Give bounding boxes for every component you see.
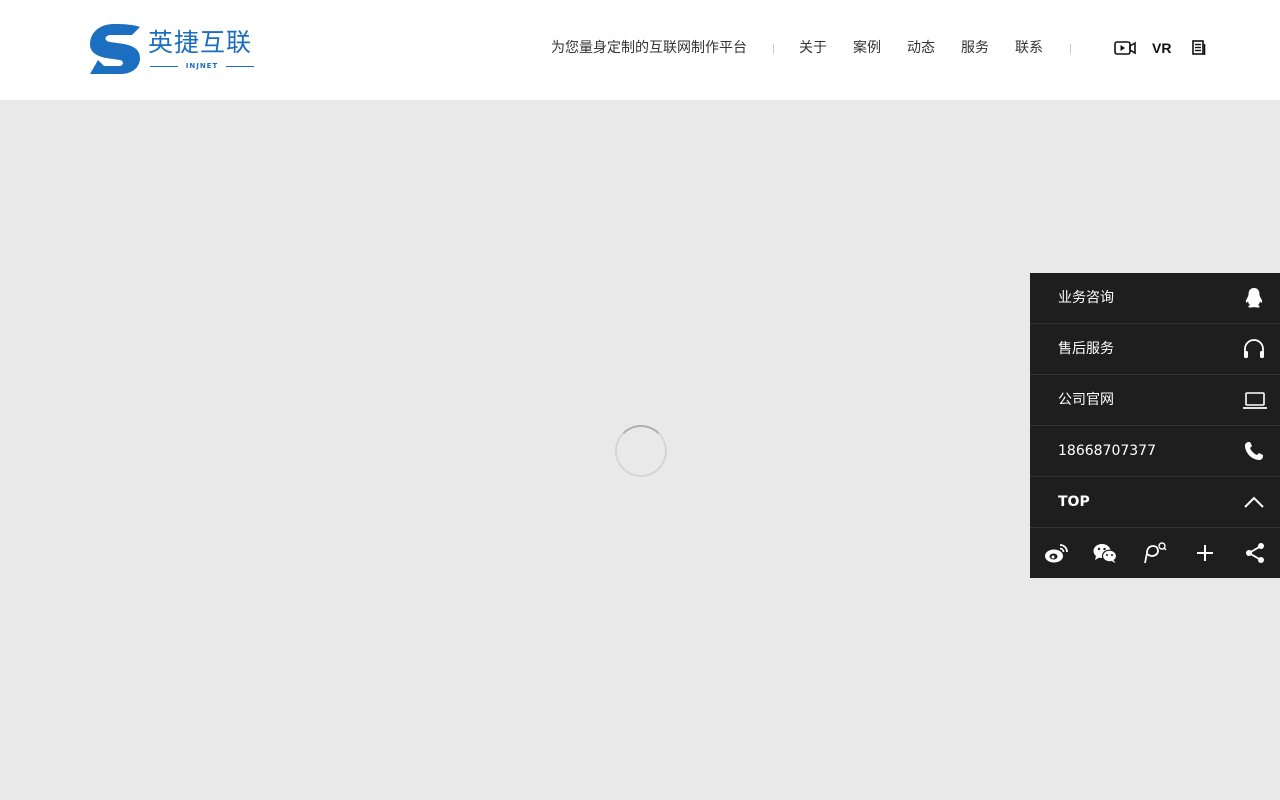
- vr-button[interactable]: VR: [1152, 38, 1171, 58]
- nav-separator: [773, 44, 774, 54]
- sidebar-item-consult[interactable]: 业务咨询: [1030, 273, 1280, 324]
- sidebar-item-label: 公司官网: [1058, 392, 1114, 408]
- header-slogan: 为您量身定制的互联网制作平台: [551, 40, 747, 56]
- sidebar-item-label: TOP: [1058, 494, 1090, 510]
- sidebar-item-top[interactable]: TOP: [1030, 477, 1280, 528]
- logo-name-en: INJNET: [185, 62, 219, 70]
- logo[interactable]: 英捷互联 INJNET: [86, 22, 258, 78]
- share-icon[interactable]: [1243, 541, 1267, 565]
- search-pin-icon[interactable]: [1142, 541, 1168, 565]
- logo-en-row: INJNET: [150, 60, 254, 72]
- logo-name-cn: 英捷互联: [148, 28, 253, 57]
- document-icon[interactable]: [1192, 40, 1206, 56]
- sidebar-item-website[interactable]: 公司官网: [1030, 375, 1280, 426]
- share-bar: [1030, 528, 1280, 578]
- plus-icon[interactable]: [1193, 541, 1217, 565]
- video-icon[interactable]: [1114, 40, 1136, 56]
- nav-item-about[interactable]: 关于: [799, 38, 827, 58]
- wechat-icon[interactable]: [1092, 541, 1118, 565]
- nav-item-contact[interactable]: 联系: [1015, 38, 1043, 58]
- sidebar-item-phone[interactable]: 18668707377: [1030, 426, 1280, 477]
- loading-spinner: [615, 425, 667, 477]
- nav-item-news[interactable]: 动态: [907, 38, 935, 58]
- sidebar-item-label: 18668707377: [1058, 443, 1156, 459]
- nav-item-services[interactable]: 服务: [961, 38, 989, 58]
- laptop-icon: [1243, 392, 1267, 409]
- weibo-icon[interactable]: [1043, 541, 1069, 565]
- headphones-icon: [1244, 339, 1264, 358]
- phone-icon: [1245, 442, 1263, 460]
- floating-contact-sidebar: 业务咨询 售后服务 公司官网 18668707377 TOP: [1030, 273, 1280, 578]
- site-header: 英捷互联 INJNET 为您量身定制的互联网制作平台 关于 案例 动态 服务 联…: [0, 0, 1280, 100]
- logo-mark-icon: [90, 24, 140, 74]
- sidebar-item-label: 售后服务: [1058, 341, 1114, 357]
- logo-divider-left: [150, 65, 178, 67]
- sidebar-item-aftersales[interactable]: 售后服务: [1030, 324, 1280, 375]
- logo-divider-right: [225, 65, 254, 67]
- chevron-up-icon: [1244, 496, 1264, 508]
- sidebar-item-label: 业务咨询: [1058, 290, 1114, 306]
- nav-item-cases[interactable]: 案例: [853, 38, 881, 58]
- nav-separator: [1070, 44, 1071, 54]
- qq-icon: [1245, 288, 1263, 308]
